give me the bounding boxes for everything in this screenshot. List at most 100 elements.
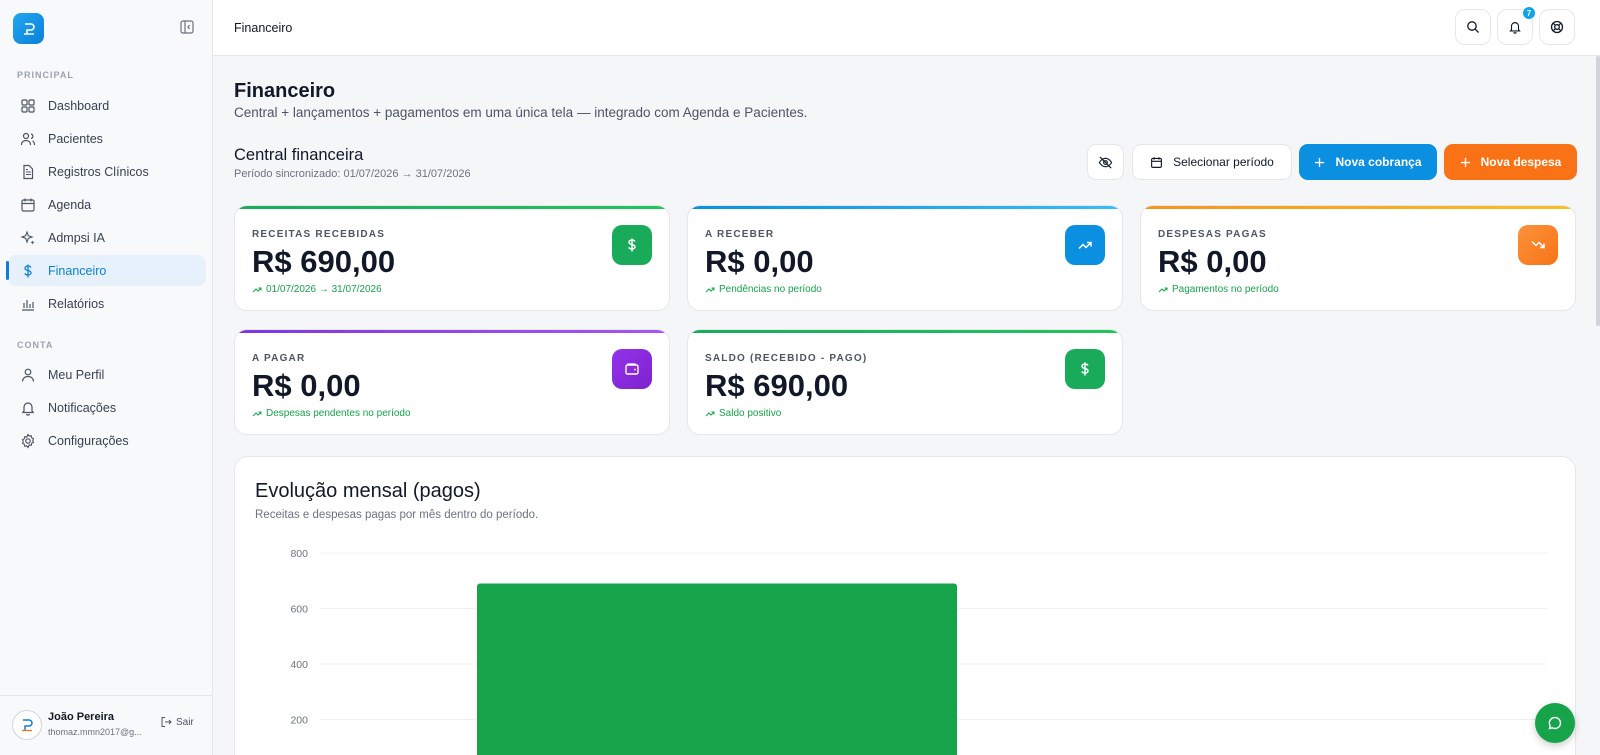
- card-note: Saldo positivo: [705, 408, 781, 419]
- search-button[interactable]: [1455, 9, 1491, 45]
- hide-values-button[interactable]: [1087, 144, 1124, 180]
- page-subtitle: Central + lançamentos + pagamentos em um…: [234, 105, 808, 120]
- file-text-icon: [23, 164, 34, 179]
- wallet-icon: [612, 349, 652, 389]
- card-note: Pagamentos no período: [1158, 284, 1279, 295]
- card-despesas-pagas: DESPESAS PAGAS R$ 0,00 Pagamentos no per…: [1140, 205, 1576, 311]
- card-a-pagar: A PAGAR R$ 0,00 Despesas pendentes no pe…: [234, 329, 670, 435]
- card-note-text: Saldo positivo: [719, 408, 782, 419]
- card-note: 01/07/2026 → 31/07/2026: [252, 284, 382, 295]
- sidebar-item-admpsi-ia[interactable]: Admpsi IA: [8, 222, 206, 253]
- sidebar-item-label: Pacientes: [48, 131, 103, 146]
- y-tick-label: 400: [290, 659, 308, 671]
- chat-button[interactable]: [1535, 703, 1575, 743]
- new-expense-button[interactable]: Nova despesa: [1444, 144, 1577, 180]
- monthly-chart: 200 400 600 800: [290, 548, 1547, 755]
- sidebar-item-label: Configurações: [48, 433, 129, 448]
- trend-up-small-icon: [1158, 287, 1168, 292]
- dollar-icon: [612, 225, 652, 265]
- sidebar-item-label: Registros Clínicos: [48, 164, 149, 179]
- topbar: Financeiro 7: [213, 0, 1600, 56]
- card-label: SALDO (RECEBIDO - PAGO): [705, 353, 868, 364]
- logout-button[interactable]: Sair: [160, 716, 194, 728]
- new-charge-button[interactable]: Nova cobrança: [1299, 144, 1437, 180]
- card-note-text: 01/07/2026 → 31/07/2026: [266, 284, 382, 295]
- topbar-title: Financeiro: [234, 21, 293, 35]
- sidebar-item-pacientes[interactable]: Pacientes: [8, 123, 206, 154]
- sidebar-item-financeiro[interactable]: Financeiro: [8, 255, 206, 286]
- select-period-button[interactable]: Selecionar período: [1132, 144, 1292, 180]
- trending-down-icon: [1518, 225, 1558, 265]
- card-receitas-recebidas: RECEITAS RECEBIDAS R$ 690,00 01/07/2026 …: [234, 205, 670, 311]
- card-note-text: Pagamentos no período: [1172, 284, 1279, 295]
- chart-card: Evolução mensal (pagos) Receitas e despe…: [234, 456, 1576, 755]
- trend-up-small-icon: [705, 411, 715, 416]
- card-accent: [688, 330, 1122, 333]
- sidebar-item-dashboard[interactable]: Dashboard: [8, 90, 206, 121]
- y-tick-label: 600: [290, 604, 308, 616]
- page-scrollbar[interactable]: [1596, 56, 1600, 326]
- bar[interactable]: [477, 583, 957, 755]
- sidebar-item-label: Relatórios: [48, 296, 105, 311]
- sidebar-item-meu-perfil[interactable]: Meu Perfil: [8, 359, 206, 390]
- plus-icon: [1460, 157, 1470, 167]
- card-note: Pendências no período: [705, 284, 822, 295]
- grid-icon: [21, 98, 35, 113]
- section-title: Central financeira: [234, 146, 364, 164]
- sidebar-item-relatorios[interactable]: Relatórios: [8, 288, 206, 319]
- new-expense-label: Nova despesa: [1480, 155, 1562, 169]
- chat-icon: [1548, 716, 1562, 730]
- sidebar-item-label: Notificações: [48, 400, 117, 415]
- sidebar-collapse-icon[interactable]: [180, 20, 196, 36]
- sidebar: PRINCIPAL Dashboard Pacientes Registros …: [0, 0, 213, 755]
- avatar[interactable]: [12, 710, 42, 740]
- card-value: R$ 690,00: [252, 244, 396, 279]
- dollar-icon: [1065, 349, 1105, 389]
- card-accent: [688, 206, 1122, 209]
- notifications-button[interactable]: 7: [1497, 6, 1536, 45]
- sidebar-item-notificacoes[interactable]: Notificações: [8, 392, 206, 423]
- card-accent: [1141, 206, 1575, 209]
- bell-icon: [1509, 22, 1521, 34]
- sidebar-item-label: Meu Perfil: [48, 367, 105, 382]
- page-title: Financeiro: [234, 80, 336, 102]
- trend-up-small-icon: [705, 287, 715, 292]
- sidebar-item-label: Financeiro: [48, 263, 107, 278]
- card-value: R$ 0,00: [1158, 244, 1267, 279]
- sidebar-item-label: Agenda: [48, 197, 92, 212]
- card-label: RECEITAS RECEBIDAS: [252, 229, 386, 240]
- y-tick-label: 800: [290, 548, 308, 560]
- sidebar-item-agenda[interactable]: Agenda: [8, 189, 206, 220]
- plus-icon: [1315, 157, 1325, 167]
- notifications-badge: 7: [1522, 6, 1536, 20]
- sidebar-item-registros-clinicos[interactable]: Registros Clínicos: [8, 156, 206, 187]
- sidebar-item-label: Admpsi IA: [48, 230, 105, 245]
- trend-up-small-icon: [252, 411, 262, 416]
- gear-icon: [21, 432, 35, 449]
- card-label: DESPESAS PAGAS: [1158, 229, 1267, 240]
- select-period-label: Selecionar período: [1173, 155, 1274, 169]
- user-email: thomaz.mmn2017@g...: [48, 727, 142, 737]
- card-label: A PAGAR: [252, 353, 306, 364]
- sidebar-item-label: Dashboard: [48, 98, 110, 113]
- help-button[interactable]: [1539, 9, 1575, 45]
- user-box: João Pereira thomaz.mmn2017@g... Sair: [0, 695, 213, 755]
- app-logo[interactable]: [13, 13, 44, 44]
- card-note: Despesas pendentes no período: [252, 408, 411, 419]
- dollar-icon: [24, 264, 32, 277]
- logout-icon: [161, 717, 172, 727]
- bell-icon: [21, 401, 35, 416]
- section-subtitle: Período sincronizado: 01/07/2026 → 31/07…: [234, 168, 471, 180]
- user-icon: [21, 368, 35, 382]
- calendar-icon: [21, 198, 35, 212]
- y-tick-label: 200: [290, 715, 308, 727]
- lifebuoy-icon: [1550, 20, 1564, 34]
- sparkles-icon: [20, 229, 35, 244]
- card-saldo: SALDO (RECEBIDO - PAGO) R$ 690,00 Saldo …: [687, 329, 1123, 435]
- section-label-principal: PRINCIPAL: [17, 70, 74, 80]
- card-accent: [235, 206, 669, 209]
- sidebar-item-configuracoes[interactable]: Configurações: [8, 425, 206, 456]
- trending-up-icon: [1065, 225, 1105, 265]
- card-accent: [235, 330, 669, 333]
- users-icon: [20, 132, 36, 145]
